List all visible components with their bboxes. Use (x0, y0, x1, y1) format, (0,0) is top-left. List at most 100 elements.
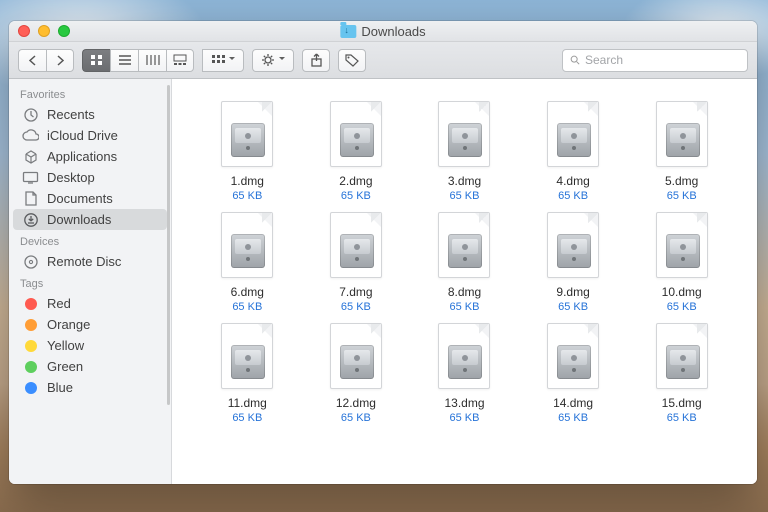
arrange-button[interactable] (202, 49, 244, 72)
dmg-file-icon (221, 323, 273, 389)
search-input[interactable] (585, 53, 740, 67)
file-item[interactable]: 10.dmg65 KB (632, 212, 731, 313)
file-size: 65 KB (450, 412, 480, 424)
documents-icon (22, 191, 39, 206)
sidebar-item-label: Downloads (47, 212, 111, 227)
sidebar-item-remote-disc[interactable]: Remote Disc (9, 251, 171, 272)
file-size: 65 KB (341, 301, 371, 313)
tag-dot-icon (22, 296, 39, 311)
file-size: 65 KB (232, 190, 262, 202)
sidebar-item-recents[interactable]: Recents (9, 104, 171, 125)
sidebar-item-blue[interactable]: Blue (9, 377, 171, 398)
dmg-file-icon (438, 101, 490, 167)
desktop-icon (22, 170, 39, 185)
file-size: 65 KB (667, 412, 697, 424)
view-icons-button[interactable] (82, 49, 110, 72)
sidebar-item-green[interactable]: Green (9, 356, 171, 377)
window-body: FavoritesRecentsiCloud DriveApplications… (9, 79, 757, 484)
dmg-file-icon (438, 323, 490, 389)
dmg-file-icon (330, 212, 382, 278)
sidebar-item-label: Recents (47, 107, 95, 122)
file-name: 8.dmg (448, 285, 481, 299)
dmg-file-icon (221, 212, 273, 278)
dmg-file-icon (547, 101, 599, 167)
cloud-icon (22, 128, 39, 143)
dmg-file-icon (330, 323, 382, 389)
view-list-button[interactable] (110, 49, 138, 72)
file-item[interactable]: 8.dmg 65 KB (415, 212, 514, 313)
file-size: 65 KB (450, 190, 480, 202)
forward-button[interactable] (46, 49, 74, 72)
file-size: 65 KB (667, 301, 697, 313)
sidebar-item-icloud-drive[interactable]: iCloud Drive (9, 125, 171, 146)
file-item[interactable]: 5.dmg65 KB (632, 101, 731, 202)
file-item[interactable]: 3.dmg65 KB (415, 101, 514, 202)
window-title-text: Downloads (361, 24, 425, 39)
file-item[interactable]: 6.dmg 65 KB (198, 212, 297, 313)
minimize-button[interactable] (38, 25, 50, 37)
file-name: 2.dmg (339, 174, 372, 188)
share-button[interactable] (302, 49, 330, 72)
file-item[interactable]: 2.dmg65 KB (307, 101, 406, 202)
file-item[interactable]: 11.dmg 65 KB (198, 323, 297, 424)
file-item[interactable]: 4.dmg65 KB (524, 101, 623, 202)
sidebar-item-label: iCloud Drive (47, 128, 118, 143)
window-title: Downloads (340, 24, 425, 39)
traffic-lights (18, 25, 70, 37)
file-size: 65 KB (558, 301, 588, 313)
file-size: 65 KB (341, 412, 371, 424)
file-size: 65 KB (450, 301, 480, 313)
tags-button[interactable] (338, 49, 366, 72)
dmg-file-icon (221, 101, 273, 167)
file-name: 15.dmg (662, 396, 702, 410)
sidebar-item-documents[interactable]: Documents (9, 188, 171, 209)
file-name: 11.dmg (228, 396, 267, 410)
view-gallery-button[interactable] (166, 49, 194, 72)
nav-segment (18, 49, 74, 72)
sidebar-item-label: Orange (47, 317, 90, 332)
content-area[interactable]: 1.dmg65 KB2.dmg65 KB3.dmg65 KB4.dmg65 KB… (172, 79, 757, 484)
back-button[interactable] (18, 49, 46, 72)
sidebar-item-desktop[interactable]: Desktop (9, 167, 171, 188)
sidebar: FavoritesRecentsiCloud DriveApplications… (9, 79, 172, 484)
sidebar-item-label: Applications (47, 149, 117, 164)
file-name: 13.dmg (444, 396, 484, 410)
file-name: 6.dmg (231, 285, 264, 299)
sidebar-item-label: Documents (47, 191, 113, 206)
sidebar-item-downloads[interactable]: Downloads (13, 209, 167, 230)
file-name: 1.dmg (231, 174, 264, 188)
file-size: 65 KB (232, 412, 262, 424)
maximize-button[interactable] (58, 25, 70, 37)
file-item[interactable]: 14.dmg65 KB (524, 323, 623, 424)
close-button[interactable] (18, 25, 30, 37)
search-field[interactable] (562, 49, 748, 72)
arrange-segment (202, 49, 244, 72)
clock-icon (22, 107, 39, 122)
file-item[interactable]: 7.dmg65 KB (307, 212, 406, 313)
tag-dot-icon (22, 317, 39, 332)
sidebar-item-yellow[interactable]: Yellow (9, 335, 171, 356)
toolbar (9, 42, 757, 79)
remote-disc-icon (22, 254, 39, 269)
sidebar-header: Devices (9, 230, 171, 251)
file-item[interactable]: 13.dmg 65 KB (415, 323, 514, 424)
file-item[interactable]: 12.dmg65 KB (307, 323, 406, 424)
action-button[interactable] (252, 49, 294, 72)
file-item[interactable]: 9.dmg 65 KB (524, 212, 623, 313)
sidebar-item-label: Red (47, 296, 71, 311)
file-item[interactable]: 15.dmg 65 KB (632, 323, 731, 424)
file-grid: 1.dmg65 KB2.dmg65 KB3.dmg65 KB4.dmg65 KB… (172, 79, 757, 430)
view-segment (82, 49, 194, 72)
sidebar-item-red[interactable]: Red (9, 293, 171, 314)
file-item[interactable]: 1.dmg 65 KB (198, 101, 297, 202)
file-name: 9.dmg (556, 285, 589, 299)
titlebar[interactable]: Downloads (9, 21, 757, 42)
sidebar-item-orange[interactable]: Orange (9, 314, 171, 335)
finder-window: Downloads FavoritesRecentsiCloud DriveAp… (9, 21, 757, 484)
file-size: 65 KB (232, 301, 262, 313)
downloads-icon (22, 212, 39, 227)
view-columns-button[interactable] (138, 49, 166, 72)
sidebar-item-applications[interactable]: Applications (9, 146, 171, 167)
dmg-file-icon (547, 323, 599, 389)
dmg-file-icon (330, 101, 382, 167)
